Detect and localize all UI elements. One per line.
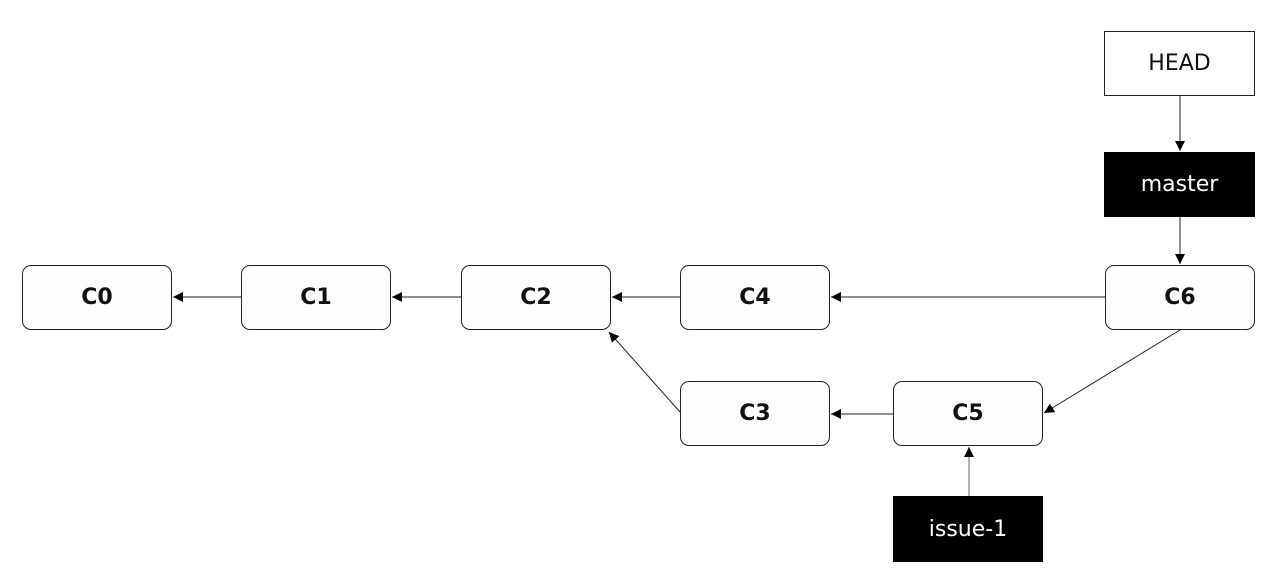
commit-c6: C6 — [1105, 265, 1255, 330]
commit-c2: C2 — [461, 265, 611, 330]
edge-c3-c2 — [608, 331, 681, 413]
commit-c5: C5 — [893, 381, 1043, 446]
issue-1-branch: issue-1 — [893, 496, 1043, 562]
master-branch: master — [1104, 152, 1255, 217]
commit-c1: C1 — [241, 265, 391, 330]
commit-c0: C0 — [22, 265, 172, 330]
commit-c3: C3 — [680, 381, 830, 446]
edges-layer — [173, 96, 1185, 496]
edge-c6-c5 — [1043, 329, 1181, 414]
head-ref: HEAD — [1104, 31, 1255, 96]
commit-c4: C4 — [680, 265, 830, 330]
